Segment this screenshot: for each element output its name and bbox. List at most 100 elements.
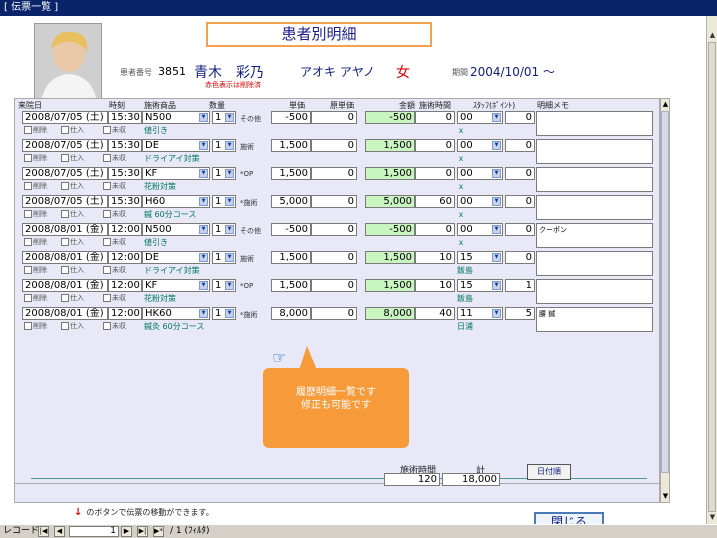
staff-select[interactable]: 00 ▼	[457, 139, 503, 152]
points-field[interactable]: 0	[505, 223, 535, 236]
chevron-down-icon[interactable]: ▼	[199, 197, 208, 206]
chevron-down-icon[interactable]: ▼	[492, 141, 501, 150]
scroll-down-icon[interactable]: ▼	[661, 491, 670, 501]
delete-checkbox[interactable]	[24, 154, 32, 162]
time-field[interactable]: 12:00	[108, 251, 142, 264]
duration-field[interactable]: 10	[415, 279, 455, 292]
window-scroll-down-icon[interactable]: ▼	[708, 512, 717, 522]
unpaid-checkbox[interactable]	[103, 154, 111, 162]
date-field[interactable]: 2008/08/01 (金)	[22, 279, 108, 292]
points-field[interactable]: 0	[505, 111, 535, 124]
purchase-checkbox[interactable]	[61, 210, 69, 218]
duration-field[interactable]: 0	[415, 223, 455, 236]
qty-select[interactable]: 1 ▼	[212, 307, 236, 320]
staff-select[interactable]: 00 ▼	[457, 223, 503, 236]
points-field[interactable]: 0	[505, 167, 535, 180]
delete-checkbox[interactable]	[24, 294, 32, 302]
item-select[interactable]: N500 ▼	[142, 111, 210, 124]
price-field[interactable]: 5,000	[271, 195, 311, 208]
chevron-down-icon[interactable]: ▼	[225, 113, 234, 122]
chevron-down-icon[interactable]: ▼	[492, 113, 501, 122]
cost-field[interactable]: 0	[311, 167, 357, 180]
item-select[interactable]: DE ▼	[142, 251, 210, 264]
cost-field[interactable]: 0	[311, 139, 357, 152]
duration-field[interactable]: 60	[415, 195, 455, 208]
list-scrollbar[interactable]: ▲ ▼	[660, 98, 670, 503]
chevron-down-icon[interactable]: ▼	[225, 141, 234, 150]
time-field[interactable]: 12:00	[108, 223, 142, 236]
window-scroll-up-icon[interactable]: ▲	[708, 30, 717, 40]
time-field[interactable]: 12:00	[108, 279, 142, 292]
date-field[interactable]: 2008/07/05 (土)	[22, 167, 108, 180]
qty-select[interactable]: 1 ▼	[212, 251, 236, 264]
cost-field[interactable]: 0	[311, 223, 357, 236]
chevron-down-icon[interactable]: ▼	[199, 309, 208, 318]
cost-field[interactable]: 0	[311, 279, 357, 292]
delete-checkbox[interactable]	[24, 126, 32, 134]
chevron-down-icon[interactable]: ▼	[199, 113, 208, 122]
item-select[interactable]: H60 ▼	[142, 195, 210, 208]
date-field[interactable]: 2008/07/05 (土)	[22, 111, 108, 124]
chevron-down-icon[interactable]: ▼	[225, 169, 234, 178]
purchase-checkbox[interactable]	[61, 322, 69, 330]
chevron-down-icon[interactable]: ▼	[225, 309, 234, 318]
memo-field[interactable]: クーポン	[536, 223, 653, 248]
delete-checkbox[interactable]	[24, 238, 32, 246]
points-field[interactable]: 0	[505, 251, 535, 264]
time-field[interactable]: 12:00	[108, 307, 142, 320]
delete-checkbox[interactable]	[24, 266, 32, 274]
chevron-down-icon[interactable]: ▼	[225, 281, 234, 290]
qty-select[interactable]: 1 ▼	[212, 167, 236, 180]
last-record-icon[interactable]: ▶|	[137, 526, 148, 537]
unpaid-checkbox[interactable]	[103, 182, 111, 190]
unpaid-checkbox[interactable]	[103, 238, 111, 246]
memo-field[interactable]	[536, 279, 653, 304]
cost-field[interactable]: 0	[311, 111, 357, 124]
cost-field[interactable]: 0	[311, 195, 357, 208]
chevron-down-icon[interactable]: ▼	[492, 309, 501, 318]
memo-field[interactable]	[536, 139, 653, 164]
points-field[interactable]: 5	[505, 307, 535, 320]
memo-field[interactable]	[536, 251, 653, 276]
item-select[interactable]: HK60 ▼	[142, 307, 210, 320]
purchase-checkbox[interactable]	[61, 154, 69, 162]
memo-field[interactable]	[536, 167, 653, 192]
chevron-down-icon[interactable]: ▼	[225, 253, 234, 262]
price-field[interactable]: 1,500	[271, 167, 311, 180]
points-field[interactable]: 0	[505, 139, 535, 152]
qty-select[interactable]: 1 ▼	[212, 139, 236, 152]
time-field[interactable]: 15:30	[108, 139, 142, 152]
cost-field[interactable]: 0	[311, 307, 357, 320]
memo-field[interactable]	[536, 195, 653, 220]
staff-select[interactable]: 15 ▼	[457, 279, 503, 292]
purchase-checkbox[interactable]	[61, 182, 69, 190]
scroll-up-icon[interactable]: ▲	[661, 99, 670, 109]
date-field[interactable]: 2008/07/05 (土)	[22, 195, 108, 208]
price-field[interactable]: 8,000	[271, 307, 311, 320]
chevron-down-icon[interactable]: ▼	[492, 169, 501, 178]
qty-select[interactable]: 1 ▼	[212, 111, 236, 124]
unpaid-checkbox[interactable]	[103, 266, 111, 274]
chevron-down-icon[interactable]: ▼	[492, 253, 501, 262]
price-field[interactable]: 1,500	[271, 251, 311, 264]
date-field[interactable]: 2008/08/01 (金)	[22, 251, 108, 264]
qty-select[interactable]: 1 ▼	[212, 279, 236, 292]
date-field[interactable]: 2008/08/01 (金)	[22, 223, 108, 236]
unpaid-checkbox[interactable]	[103, 210, 111, 218]
date-field[interactable]: 2008/08/01 (金)	[22, 307, 108, 320]
chevron-down-icon[interactable]: ▼	[199, 253, 208, 262]
item-select[interactable]: KF ▼	[142, 279, 210, 292]
duration-field[interactable]: 0	[415, 139, 455, 152]
staff-select[interactable]: 15 ▼	[457, 251, 503, 264]
new-record-icon[interactable]: ▶*	[153, 526, 164, 537]
time-field[interactable]: 15:30	[108, 167, 142, 180]
scroll-thumb[interactable]	[661, 111, 669, 473]
sort-date-button[interactable]: 日付順	[527, 464, 571, 480]
chevron-down-icon[interactable]: ▼	[199, 281, 208, 290]
chevron-down-icon[interactable]: ▼	[225, 225, 234, 234]
chevron-down-icon[interactable]: ▼	[199, 169, 208, 178]
purchase-checkbox[interactable]	[61, 294, 69, 302]
price-field[interactable]: 1,500	[271, 139, 311, 152]
delete-checkbox[interactable]	[24, 322, 32, 330]
unpaid-checkbox[interactable]	[103, 126, 111, 134]
